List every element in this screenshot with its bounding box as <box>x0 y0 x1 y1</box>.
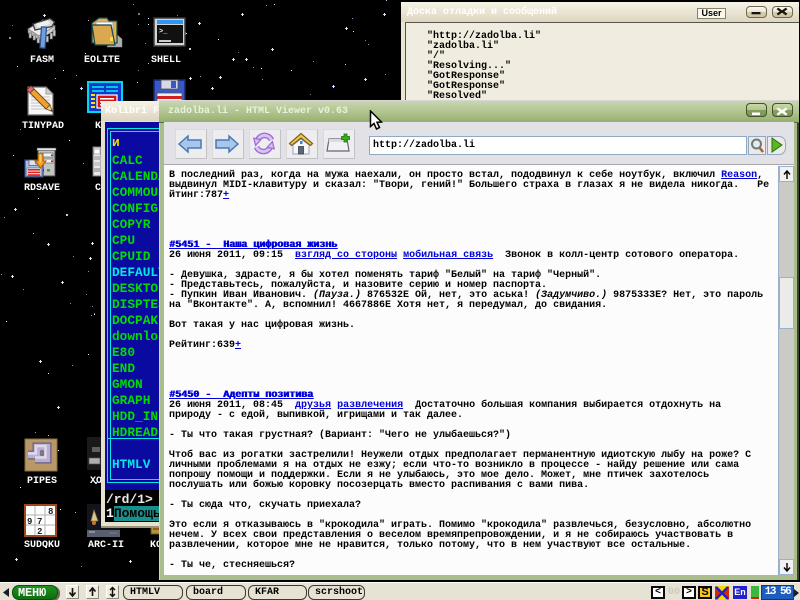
svg-text:2: 2 <box>37 527 42 537</box>
svg-text:>_: >_ <box>159 28 168 36</box>
svg-text:7: 7 <box>37 517 42 527</box>
svg-text:8: 8 <box>48 507 53 517</box>
svg-text:9: 9 <box>27 517 32 527</box>
